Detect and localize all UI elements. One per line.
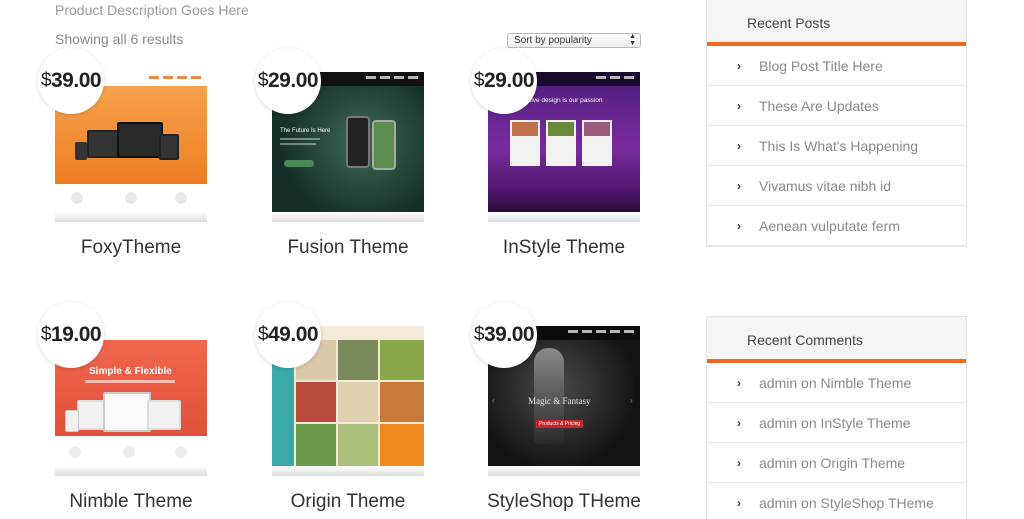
comment-post-link[interactable]: InStyle Theme: [821, 415, 911, 431]
comment-post-link[interactable]: Nimble Theme: [821, 375, 912, 391]
comment-author-link[interactable]: admin: [759, 495, 797, 511]
recent-post-link[interactable]: › These Are Updates: [707, 86, 966, 126]
chevron-right-icon: ›: [737, 416, 741, 430]
chevron-right-icon: ›: [737, 59, 741, 73]
recent-post-link[interactable]: › Aenean vulputate ferm: [707, 206, 966, 246]
price-value: 39.00: [484, 323, 535, 346]
price-badge: $39.00: [471, 302, 537, 368]
price-value: 29.00: [268, 69, 319, 92]
comment-post-link[interactable]: StyleShop THeme: [821, 495, 934, 511]
recent-comment: › admin on InStyle Theme: [707, 403, 966, 443]
comment-author-link[interactable]: admin: [759, 455, 797, 471]
thumbnail-button: Products & Pricing: [536, 420, 584, 428]
chevron-right-icon: ›: [737, 139, 741, 153]
product-name[interactable]: Nimble Theme: [35, 491, 227, 513]
chevron-right-icon: ›: [737, 496, 741, 510]
price-value: 29.00: [484, 69, 535, 92]
product-name[interactable]: StyleShop THeme: [468, 491, 660, 513]
price-badge: $49.00: [255, 302, 321, 368]
chevron-right-icon: ›: [737, 99, 741, 113]
chevron-right-icon: ›: [737, 179, 741, 193]
product-name[interactable]: InStyle Theme: [468, 237, 660, 259]
thumbnail-heading: Magic & Fantasy: [528, 396, 591, 406]
recent-post-link[interactable]: › Blog Post Title Here: [707, 46, 966, 86]
recent-comments-widget: Recent Comments › admin on Nimble Theme ›…: [706, 316, 967, 519]
chevron-right-icon: ›: [737, 376, 741, 390]
product-name[interactable]: Origin Theme: [252, 491, 444, 513]
recent-comment: › admin on Origin Theme: [707, 443, 966, 483]
product-name[interactable]: Fusion Theme: [252, 237, 444, 259]
price-value: 19.00: [51, 323, 102, 346]
chevron-right-icon: ›: [737, 219, 741, 233]
thumbnail-heading: Simple & Flexible: [89, 366, 172, 377]
recent-posts-widget: Recent Posts › Blog Post Title Here › Thes…: [706, 0, 967, 247]
widget-title: Recent Comments: [707, 317, 966, 363]
product-name[interactable]: FoxyTheme: [35, 237, 227, 259]
select-arrows-icon: ▲ ▼: [629, 33, 636, 47]
recent-comment: › admin on Nimble Theme: [707, 363, 966, 403]
sort-select[interactable]: Sort by popularity ▲ ▼: [507, 33, 641, 48]
sort-select-value: Sort by popularity: [514, 35, 592, 46]
product-description: Product Description Goes Here: [55, 2, 249, 18]
chevron-right-icon: ›: [737, 456, 741, 470]
price-badge: $19.00: [38, 302, 104, 368]
comment-author-link[interactable]: admin: [759, 415, 797, 431]
comment-author-link[interactable]: admin: [759, 375, 797, 391]
result-count: Showing all 6 results: [55, 31, 184, 47]
price-badge: $39.00: [38, 48, 104, 114]
widget-title: Recent Posts: [707, 0, 966, 46]
price-value: 39.00: [51, 69, 102, 92]
recent-post-link[interactable]: › Vivamus vitae nibh id: [707, 166, 966, 206]
price-badge: $29.00: [255, 48, 321, 114]
thumbnail-heading: The Future Is Here: [280, 128, 331, 134]
price-badge: $29.00: [471, 48, 537, 114]
recent-comment: › admin on StyleShop THeme: [707, 483, 966, 519]
comment-post-link[interactable]: Origin Theme: [821, 455, 906, 471]
recent-post-link[interactable]: › This Is What's Happening: [707, 126, 966, 166]
price-value: 49.00: [268, 323, 319, 346]
